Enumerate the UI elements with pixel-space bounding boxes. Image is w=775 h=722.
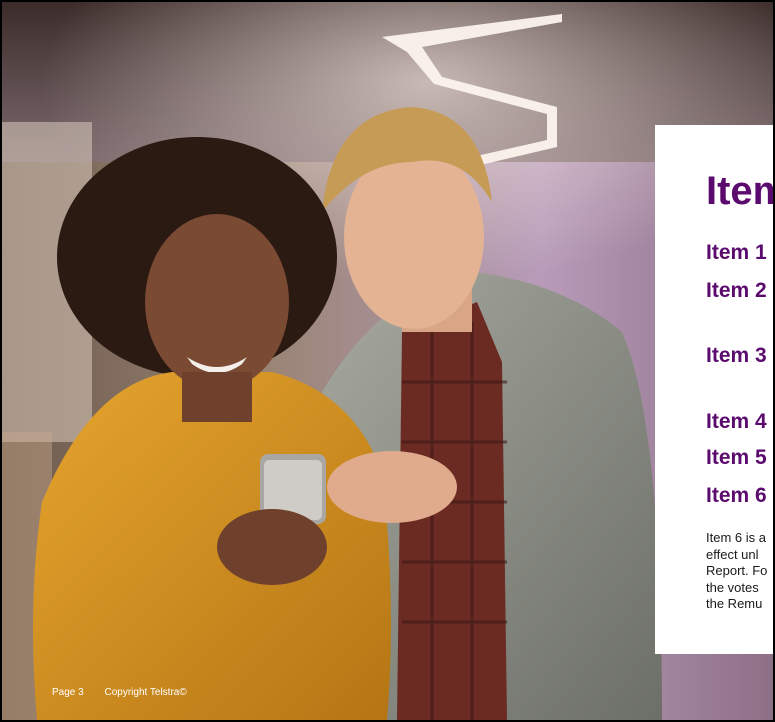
- agenda-item-3: Item 3: [706, 344, 767, 367]
- note-line: the votes: [706, 579, 759, 595]
- agenda-item-1: Item 1: [706, 241, 767, 264]
- agenda-card: Item Item 1 Item 2 Item 3 Item 4 Item 5 …: [655, 125, 773, 654]
- note-line: effect unl: [706, 546, 759, 562]
- note-line: Item 6 is a: [706, 530, 766, 545]
- note-line: Report. Fo: [706, 563, 768, 578]
- agenda-item-4: Item 4: [706, 410, 767, 433]
- agenda-item-6: Item 6: [706, 484, 767, 507]
- footer: Page 3 Copyright Telstra©: [52, 687, 205, 698]
- agenda-item-2: Item 2: [706, 279, 767, 302]
- copyright: Copyright Telstra©: [104, 687, 187, 698]
- note-line: the Remu: [706, 596, 763, 611]
- slide: Item Item 1 Item 2 Item 3 Item 4 Item 5 …: [2, 2, 773, 720]
- page-number: Page 3: [52, 687, 84, 698]
- agenda-item-5: Item 5: [706, 446, 767, 469]
- item-6-note: Item 6 is a effect unl Report. Fo the vo…: [706, 530, 773, 613]
- card-title: Item: [706, 169, 773, 213]
